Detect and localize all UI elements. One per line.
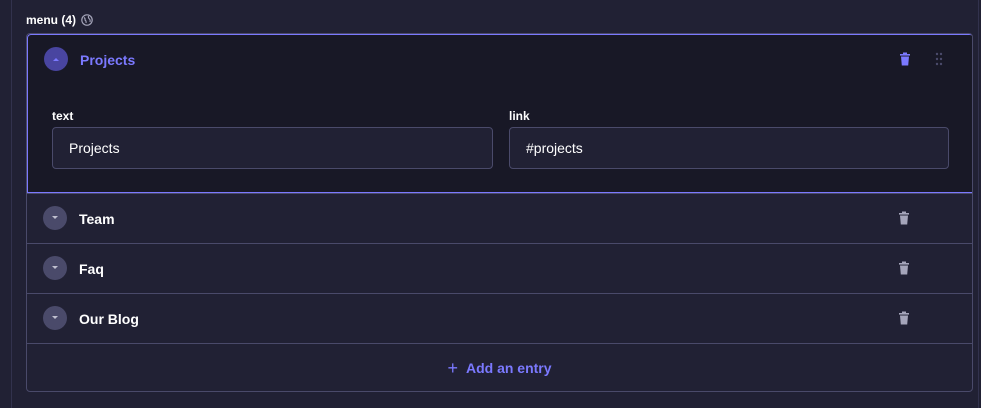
- repeatable-component-header: menu (4): [26, 13, 93, 27]
- expand-toggle[interactable]: [43, 306, 67, 330]
- add-entry-button[interactable]: + Add an entry: [27, 343, 972, 391]
- plus-icon: +: [447, 357, 458, 378]
- text-input[interactable]: Projects: [52, 127, 493, 169]
- trash-icon[interactable]: [899, 52, 911, 66]
- entry-our-blog[interactable]: Our Blog: [27, 293, 972, 343]
- globe-icon: [81, 14, 93, 26]
- trash-icon[interactable]: [898, 311, 910, 325]
- chevron-down-icon: [52, 216, 58, 219]
- drag-handle-icon[interactable]: [934, 52, 944, 66]
- entry-label[interactable]: Projects: [80, 52, 135, 68]
- chevron-up-icon: [53, 58, 59, 61]
- chevron-down-icon: [52, 316, 58, 319]
- entry-label[interactable]: Our Blog: [79, 311, 139, 327]
- entry-projects: Projects text Projects link #projects: [27, 34, 972, 193]
- text-field-label: text: [52, 109, 74, 123]
- link-input[interactable]: #projects: [509, 127, 949, 169]
- entry-faq[interactable]: Faq: [27, 243, 972, 293]
- entry-label[interactable]: Faq: [79, 261, 104, 277]
- entry-label[interactable]: Team: [79, 211, 115, 227]
- expand-toggle[interactable]: [43, 206, 67, 230]
- entries-list: Projects text Projects link #projects Te…: [26, 33, 973, 392]
- collapse-toggle[interactable]: [44, 47, 68, 71]
- trash-icon[interactable]: [898, 261, 910, 275]
- link-field-label: link: [509, 109, 530, 123]
- expand-toggle[interactable]: [43, 256, 67, 280]
- chevron-down-icon: [52, 266, 58, 269]
- add-entry-label: Add an entry: [465, 359, 552, 376]
- trash-icon[interactable]: [898, 211, 910, 225]
- entry-team[interactable]: Team: [27, 193, 972, 243]
- component-label: menu (4): [26, 13, 77, 27]
